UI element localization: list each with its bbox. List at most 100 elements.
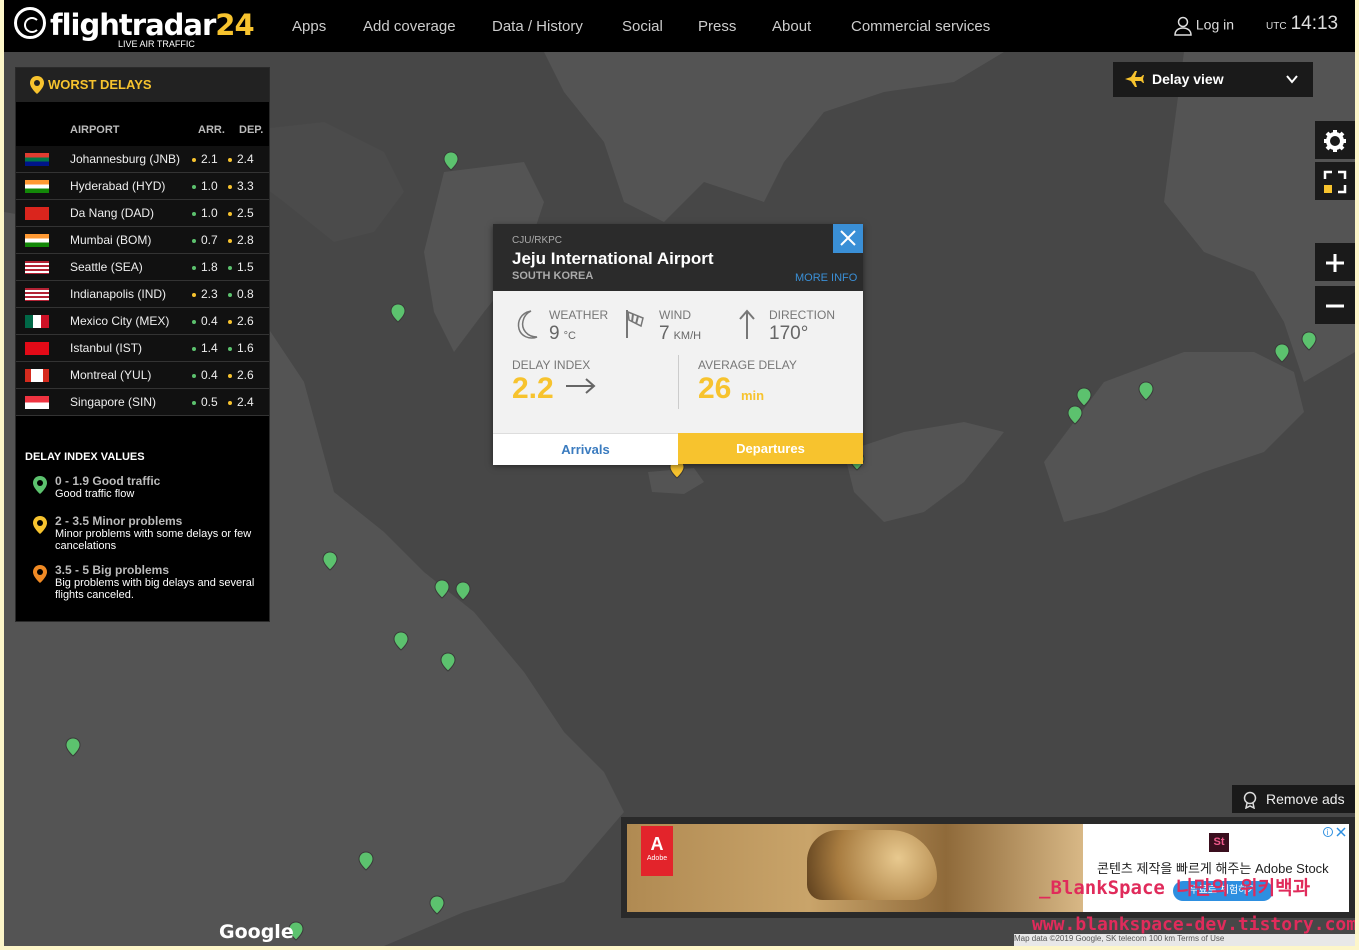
arrival-delay: 1.0 (192, 206, 218, 220)
wind-unit: KM/H (673, 330, 702, 342)
country-flag-icon (25, 234, 49, 247)
country-flag-icon (25, 396, 49, 409)
departure-delay-value: 1.6 (237, 341, 254, 355)
legend-range: 3.5 - 5 Big problems (55, 563, 170, 577)
legend-description: Good traffic flow (55, 488, 135, 500)
more-info-link[interactable]: MORE INFO (795, 272, 857, 284)
delay-view-label: Delay view (1152, 71, 1224, 87)
zoom-out-button[interactable] (1315, 286, 1355, 324)
delay-row[interactable]: Singapore (SIN) 0.5 2.4 (16, 389, 269, 416)
close-button[interactable] (833, 224, 863, 253)
arrival-delay: 2.1 (192, 152, 218, 166)
delay-row[interactable]: Indianapolis (IND) 2.3 0.8 (16, 281, 269, 308)
close-icon (840, 230, 856, 246)
chevron-down-icon (1286, 75, 1298, 84)
settings-button[interactable] (1315, 121, 1355, 159)
departure-delay-value: 2.8 (237, 233, 254, 247)
departure-delay-value: 1.5 (237, 260, 254, 274)
departure-delay: 2.8 (228, 233, 254, 247)
departure-status-dot (228, 292, 232, 297)
departure-delay: 2.5 (228, 206, 254, 220)
delay-row[interactable]: Montreal (YUL) 0.4 2.6 (16, 362, 269, 389)
direction-label: DIRECTION (769, 308, 835, 322)
legend-pin-icon (33, 565, 47, 583)
arrival-status-dot (192, 319, 196, 324)
nav-social[interactable]: Social (622, 18, 663, 35)
map-attribution: Map data ©2019 Google, SK telecom 100 km… (1014, 934, 1355, 946)
delay-row[interactable]: Da Nang (DAD) 1.0 2.5 (16, 200, 269, 227)
login-button[interactable]: Log in (1174, 16, 1234, 36)
worst-delays-header[interactable]: WORST DELAYS (16, 68, 269, 102)
delay-view-dropdown[interactable]: Delay view (1113, 62, 1313, 97)
delay-index-value: 2.2 (512, 372, 554, 405)
legend-range: 2 - 3.5 Minor problems (55, 514, 183, 528)
arrival-delay-value: 0.5 (201, 395, 218, 409)
arrival-status-dot (192, 238, 196, 243)
airport-name: Montreal (YUL) (70, 368, 152, 382)
fullscreen-icon (1323, 170, 1347, 194)
cheetah-graphic (807, 830, 937, 900)
logo-number: 24 (215, 8, 254, 42)
airport-name: Mumbai (BOM) (70, 233, 152, 247)
ad-banner[interactable]: A Adobe St 콘텐츠 제작을 빠르게 해주는 Adobe Stock 무… (621, 817, 1355, 918)
legend-range: 0 - 1.9 Good traffic (55, 474, 161, 488)
direction-value: 170° (769, 323, 809, 344)
delay-row[interactable]: Johannesburg (JNB) 2.1 2.4 (16, 146, 269, 173)
nav-add-coverage[interactable]: Add coverage (363, 18, 456, 35)
arrival-delay: 0.4 (192, 314, 218, 328)
country-flag-icon (25, 342, 49, 355)
arrival-status-dot (192, 400, 196, 405)
delay-row[interactable]: Istanbul (IST) 1.4 1.6 (16, 335, 269, 362)
watermark-title: _BlankSpace 나만의 위키백과 (1039, 877, 1311, 899)
zoom-in-button[interactable] (1315, 243, 1355, 281)
country-flag-icon (25, 153, 49, 166)
utc-time: 14:13 (1290, 13, 1339, 34)
worst-delays-title: WORST DELAYS (48, 77, 152, 92)
legend-pin-icon (33, 516, 47, 534)
trend-right-arrow-icon (566, 378, 596, 394)
departure-delay-value: 2.4 (237, 152, 254, 166)
nav-commercial-services[interactable]: Commercial services (851, 18, 990, 35)
country-flag-icon (25, 315, 49, 328)
departure-delay: 3.3 (228, 179, 254, 193)
nav-press[interactable]: Press (698, 18, 736, 35)
adobe-stock-icon: St (1209, 833, 1229, 852)
arrival-delay-value: 0.4 (201, 368, 218, 382)
ad-info-close-icon[interactable]: i (1323, 826, 1347, 838)
column-arr: ARR. (198, 124, 225, 136)
departure-status-dot (228, 346, 232, 351)
departure-delay-value: 2.5 (237, 206, 254, 220)
airport-name: Indianapolis (IND) (70, 287, 167, 301)
tab-arrivals[interactable]: Arrivals (493, 433, 678, 465)
country-flag-icon (25, 207, 49, 220)
nav-data-history[interactable]: Data / History (492, 18, 583, 35)
delay-row[interactable]: Mexico City (MEX) 0.4 2.6 (16, 308, 269, 335)
country-flag-icon (25, 369, 49, 382)
minus-icon (1326, 304, 1344, 308)
country-flag-icon (25, 288, 49, 301)
departure-delay: 1.6 (228, 341, 254, 355)
login-label: Log in (1195, 16, 1235, 33)
fullscreen-button[interactable] (1315, 162, 1355, 200)
departure-delay: 2.6 (228, 314, 254, 328)
delay-row[interactable]: Hyderabad (HYD) 1.0 3.3 (16, 173, 269, 200)
wind-value: 7 (659, 323, 670, 344)
delay-row[interactable]: Mumbai (BOM) 0.7 2.8 (16, 227, 269, 254)
departure-status-dot (228, 373, 232, 378)
remove-ads-button[interactable]: Remove ads (1232, 785, 1355, 813)
departure-delay-value: 2.6 (237, 314, 254, 328)
tab-departures[interactable]: Departures (678, 433, 863, 464)
wind-value-wrap: 7 KM/H (659, 323, 701, 345)
average-delay-value: 26 (698, 372, 732, 405)
direction-arrow-icon (739, 309, 755, 339)
nav-about[interactable]: About (772, 18, 811, 35)
arrival-delay: 2.3 (192, 287, 218, 301)
arrival-delay-value: 0.7 (201, 233, 218, 247)
column-airport: AIRPORT (70, 124, 120, 136)
departure-delay-value: 0.8 (237, 287, 254, 301)
delay-row[interactable]: Seattle (SEA) 1.8 1.5 (16, 254, 269, 281)
worst-delays-panel: WORST DELAYS AIRPORT ARR. DEP. Johannesb… (15, 67, 270, 622)
airport-name: Istanbul (IST) (70, 341, 143, 355)
weather-label: WEATHER (549, 308, 609, 322)
nav-apps[interactable]: Apps (292, 18, 326, 35)
